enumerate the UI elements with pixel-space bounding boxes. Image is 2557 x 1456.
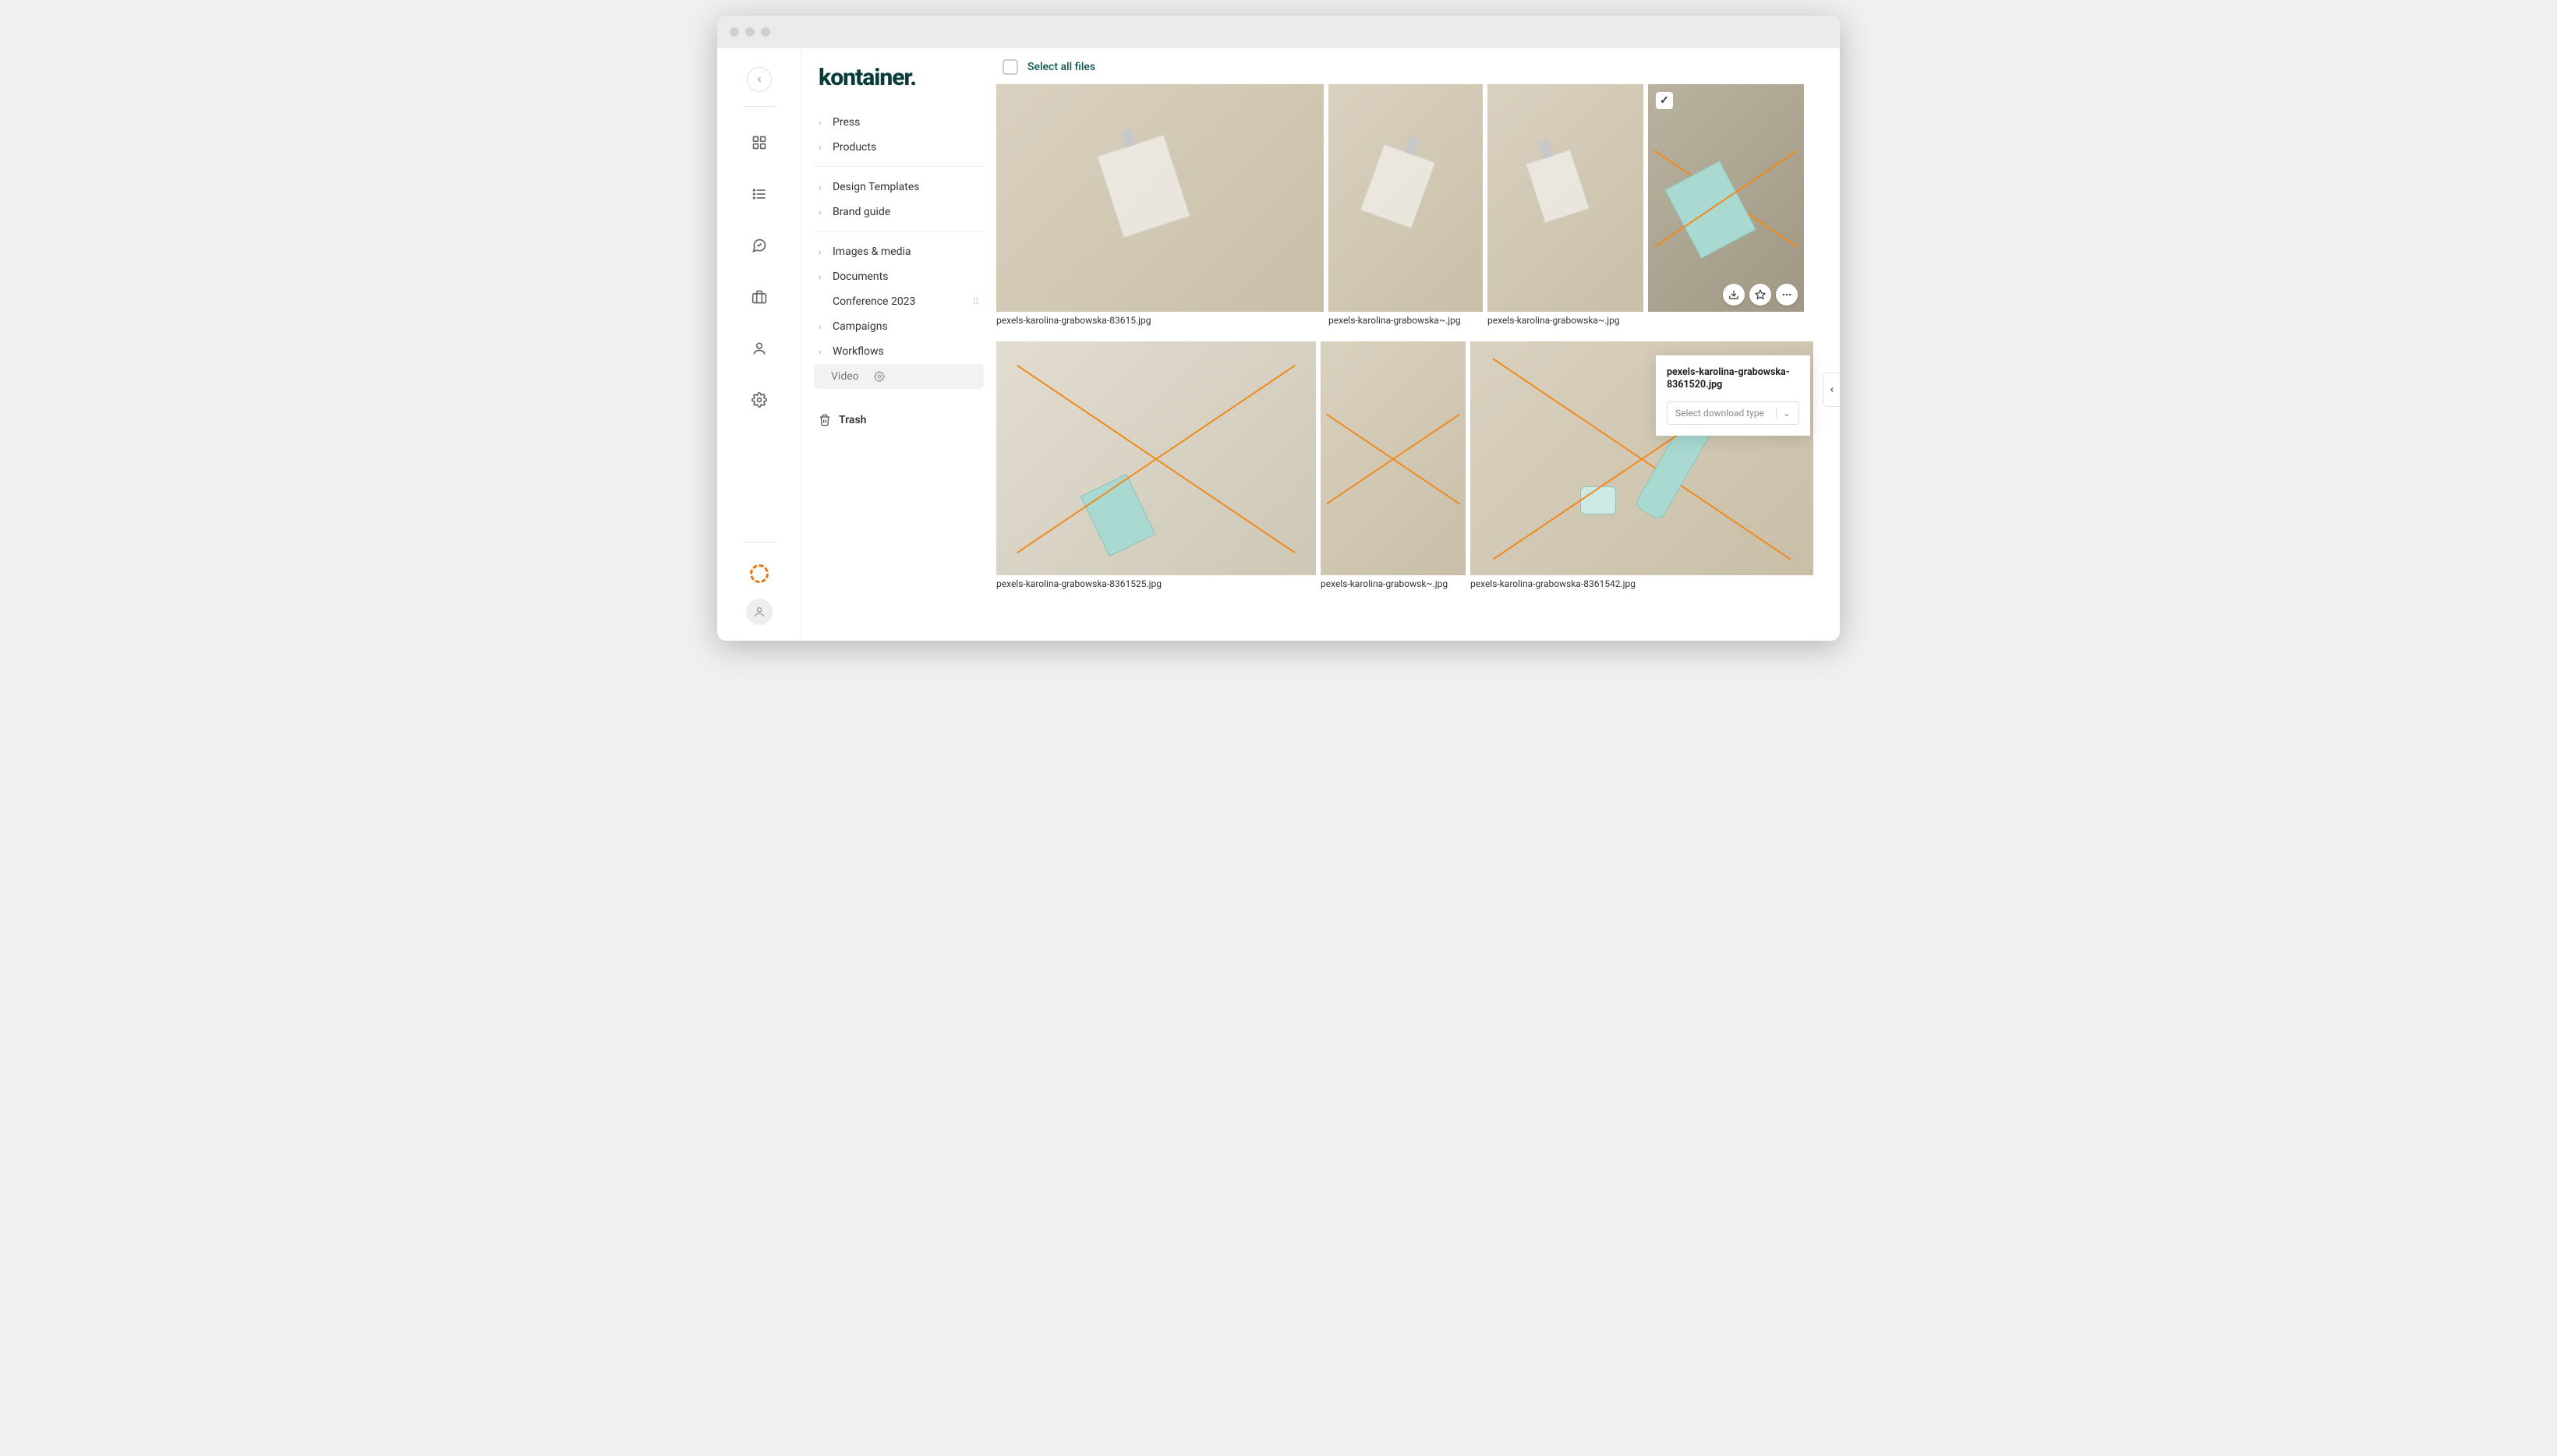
nav-section-3: › Images & media › Documents Conference 20… [814, 239, 984, 395]
nav-item-products[interactable]: › Products [814, 135, 984, 160]
file-tile[interactable]: pexels-karolina-grabowska-83615.jpg [996, 84, 1324, 334]
nav-label: Video [831, 370, 859, 383]
nav-item-design-templates[interactable]: › Design Templates [814, 175, 984, 200]
nav-label: Images & media [833, 246, 911, 258]
tile-actions [1723, 284, 1798, 306]
chevron-right-icon: › [819, 272, 826, 282]
selection-check-icon[interactable]: ✓ [1656, 92, 1673, 109]
nav-label: Workflows [833, 345, 884, 358]
product-shape [1580, 486, 1616, 514]
trash-label: Trash [839, 414, 866, 426]
nav-item-campaigns[interactable]: › Campaigns [814, 314, 984, 339]
list-icon[interactable] [745, 180, 773, 208]
file-thumbnail [996, 84, 1324, 312]
chevron-right-icon: › [819, 347, 826, 357]
nav-section-2: › Design Templates › Brand guide [814, 175, 984, 231]
content-area: Select all files pexels-karolina-grabows… [996, 48, 1840, 641]
gear-icon[interactable] [874, 371, 885, 382]
download-popover: pexels-karolina-grabowska-8361520.jpg Se… [1656, 355, 1810, 436]
nav-item-workflows[interactable]: › Workflows [814, 339, 984, 364]
nav-label: Documents [833, 270, 888, 283]
file-grid: pexels-karolina-grabowska-83615.jpg pexe… [996, 84, 1840, 597]
file-tile[interactable]: ✓ [1648, 84, 1804, 334]
app-window: kontainer. › Press › Products › Design Temp… [717, 16, 1840, 641]
file-tile[interactable]: pexels-karolina-grabowska~.jpg [1487, 84, 1643, 334]
nav-section-1: › Press › Products [814, 110, 984, 167]
product-shape [1360, 144, 1436, 229]
window-titlebar [717, 16, 1840, 48]
file-name: pexels-karolina-grabowska-83615.jpg [996, 312, 1324, 334]
chevron-right-icon: › [819, 322, 826, 332]
file-name: pexels-karolina-grabowska~.jpg [1328, 312, 1483, 334]
window-min-dot[interactable] [745, 27, 755, 37]
side-panel-toggle[interactable] [1823, 373, 1840, 407]
drag-handle-icon[interactable]: ⠿ [972, 296, 979, 307]
sidebar: kontainer. › Press › Products › Design Temp… [801, 48, 996, 641]
file-thumbnail [1321, 341, 1466, 575]
nav-item-conference-2023[interactable]: Conference 2023 ⠿ [814, 289, 984, 314]
file-tile[interactable]: pexels-karolina-grabowsk~.jpg [1321, 341, 1466, 597]
rail-bottom [744, 542, 775, 625]
trash-icon [819, 414, 831, 426]
chat-icon[interactable] [745, 231, 773, 260]
chevron-right-icon: › [819, 143, 826, 153]
download-type-select[interactable]: Select download type ⌄ [1667, 401, 1799, 425]
nav-label: Campaigns [833, 320, 888, 333]
nav-label: Press [833, 116, 860, 129]
grid-icon[interactable] [745, 129, 773, 157]
nav-item-press[interactable]: › Press [814, 110, 984, 135]
nav-item-brand-guide[interactable]: › Brand guide [814, 200, 984, 224]
nav-label: Conference 2023 [833, 295, 915, 308]
back-button[interactable] [747, 67, 772, 92]
file-tile[interactable]: pexels-karolina-grabowska~.jpg [1328, 84, 1483, 334]
user-icon[interactable] [745, 334, 773, 362]
help-icon[interactable] [750, 564, 769, 583]
select-placeholder: Select download type [1675, 408, 1764, 419]
nav-item-images-media[interactable]: › Images & media [814, 239, 984, 264]
briefcase-icon[interactable] [745, 283, 773, 311]
download-icon[interactable] [1723, 284, 1745, 306]
product-shape [1080, 474, 1155, 557]
file-tile[interactable]: pexels-karolina-grabowska-8361525.jpg [996, 341, 1316, 597]
logo: kontainer. [814, 64, 984, 91]
chevron-right-icon: › [819, 247, 826, 257]
nav-label: Design Templates [833, 181, 920, 193]
chevron-down-icon: ⌄ [1776, 408, 1791, 419]
file-name: pexels-karolina-grabowska-8361525.jpg [996, 575, 1316, 597]
app-body: kontainer. › Press › Products › Design Temp… [717, 48, 1840, 641]
star-icon[interactable] [1749, 284, 1771, 306]
nav-item-trash[interactable]: Trash [814, 403, 984, 437]
nav-label: Products [833, 141, 876, 154]
product-shape [1664, 161, 1756, 259]
window-max-dot[interactable] [761, 27, 770, 37]
file-thumbnail [1487, 84, 1643, 312]
chevron-right-icon: › [819, 207, 826, 217]
select-all-checkbox[interactable] [1003, 59, 1018, 75]
file-name: pexels-karolina-grabowsk~.jpg [1321, 575, 1466, 597]
rail-divider [744, 106, 775, 107]
chevron-right-icon: › [819, 182, 826, 193]
nav-item-video[interactable]: Video [814, 364, 984, 389]
product-shape [1526, 150, 1590, 224]
file-thumbnail [1328, 84, 1483, 312]
popover-filename: pexels-karolina-grabowska-8361520.jpg [1667, 366, 1799, 392]
chevron-right-icon: › [819, 118, 826, 128]
file-name: pexels-karolina-grabowska-8361542.jpg [1470, 575, 1813, 597]
file-name: pexels-karolina-grabowska~.jpg [1487, 312, 1643, 334]
more-icon[interactable] [1776, 284, 1798, 306]
select-all-row: Select all files [996, 59, 1840, 84]
product-shape [1097, 135, 1190, 238]
nav-item-documents[interactable]: › Documents [814, 264, 984, 289]
icon-rail [717, 48, 801, 641]
file-thumbnail: ✓ [1648, 84, 1804, 312]
window-close-dot[interactable] [730, 27, 739, 37]
nav-label: Brand guide [833, 206, 890, 218]
file-thumbnail [996, 341, 1316, 575]
settings-icon[interactable] [745, 386, 773, 414]
select-all-label: Select all files [1027, 61, 1095, 73]
avatar[interactable] [746, 599, 773, 625]
